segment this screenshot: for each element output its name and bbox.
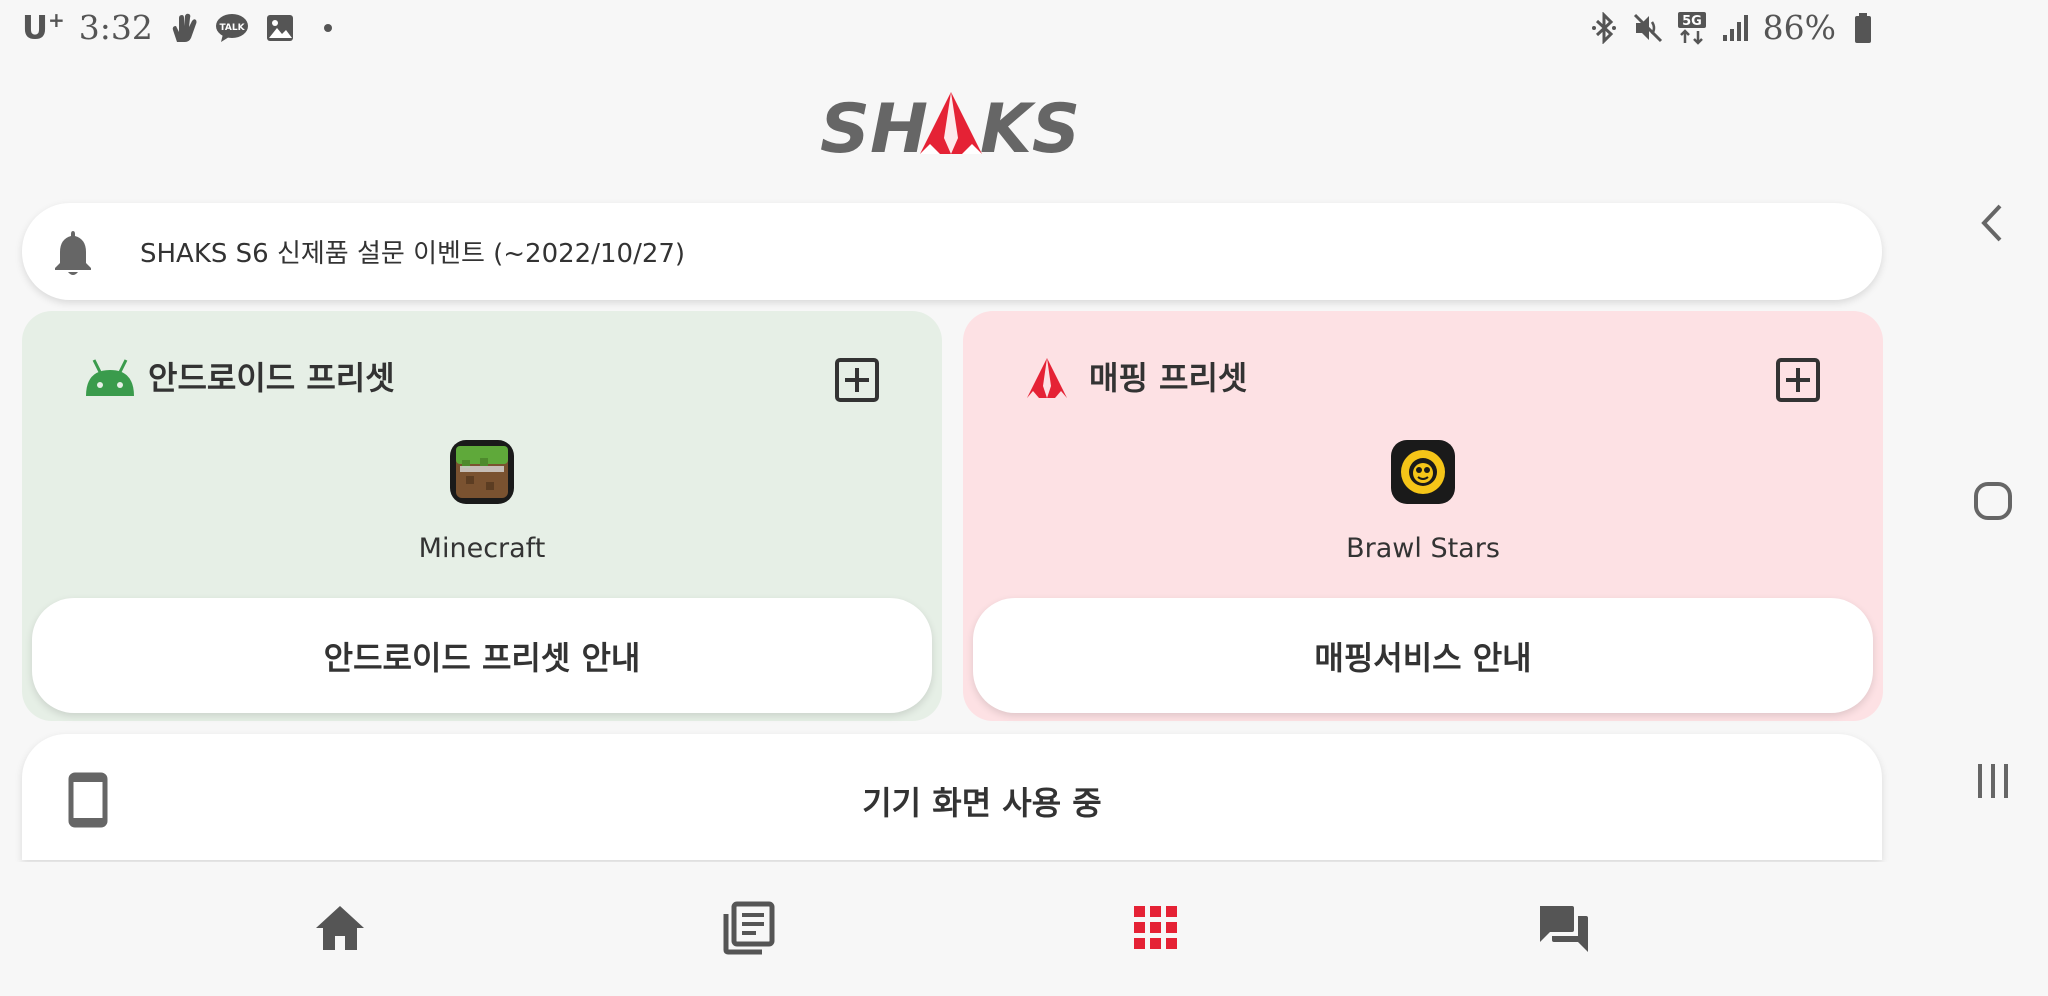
- image-icon: [263, 11, 297, 45]
- hand-wave-icon: [167, 11, 201, 45]
- svg-text:5G: 5G: [1682, 14, 1702, 29]
- android-preset-card: 안드로이드 프리셋 Minecraft 안드로이드 프리셋 안내: [22, 311, 942, 721]
- nav-library-icon[interactable]: [718, 898, 778, 958]
- system-navigation: [1938, 0, 2048, 996]
- mute-icon: [1631, 11, 1665, 45]
- add-android-preset-button[interactable]: [834, 357, 880, 403]
- bluetooth-icon: [1587, 11, 1621, 45]
- clock: 3:32: [78, 8, 153, 47]
- nav-home-icon[interactable]: [310, 898, 370, 958]
- battery-icon: [1846, 11, 1880, 45]
- 5g-icon: 5G: [1675, 11, 1709, 45]
- android-preset-guide-button[interactable]: 안드로이드 프리셋 안내: [32, 598, 932, 713]
- minecraft-app-icon[interactable]: [450, 440, 514, 504]
- carrier-label: U+: [22, 8, 65, 47]
- bell-icon: [48, 227, 98, 277]
- nav-forum-icon[interactable]: [1534, 898, 1594, 958]
- dot-icon: [311, 11, 345, 45]
- notice-banner[interactable]: SHAKS S6 신제품 설문 이벤트 (~2022/10/27): [22, 203, 1882, 300]
- svg-text:SH: SH: [820, 90, 928, 162]
- nav-apps-grid-icon[interactable]: [1126, 898, 1186, 958]
- svg-text:KS: KS: [980, 90, 1080, 162]
- minecraft-app-name: Minecraft: [418, 533, 546, 564]
- mapping-service-guide-button[interactable]: 매핑서비스 안내: [973, 598, 1873, 713]
- home-circle-icon[interactable]: [1968, 476, 2018, 526]
- recents-icon[interactable]: [1968, 756, 2018, 806]
- back-icon[interactable]: [1968, 198, 2018, 248]
- device-screen-label: 기기 화면 사용 중: [862, 784, 1102, 822]
- mapping-preset-title: 매핑 프리셋: [1089, 359, 1248, 397]
- kakaotalk-icon: TALK: [215, 11, 249, 45]
- bottom-navigation: [0, 862, 1900, 996]
- shaks-triangle-icon: [1023, 356, 1079, 400]
- battery-percent: 86%: [1762, 8, 1836, 47]
- android-icon: [82, 356, 138, 400]
- signal-icon: [1719, 11, 1753, 45]
- brawl-stars-app-icon[interactable]: [1391, 440, 1455, 504]
- svg-text:TALK: TALK: [219, 23, 245, 33]
- status-bar: U+ 3:32 TALK 5G 86%: [0, 0, 1900, 58]
- notice-text: SHAKS S6 신제품 설문 이벤트 (~2022/10/27): [140, 239, 686, 269]
- android-preset-title: 안드로이드 프리셋: [148, 359, 395, 397]
- add-mapping-preset-button[interactable]: [1775, 357, 1821, 403]
- shaks-logo: SH KS: [820, 88, 1082, 169]
- brawl-stars-app-name: Brawl Stars: [1346, 533, 1500, 564]
- device-screen-bar[interactable]: 기기 화면 사용 중: [22, 734, 1882, 860]
- mapping-preset-card: 매핑 프리셋 Brawl Stars 매핑서비스 안내: [963, 311, 1883, 721]
